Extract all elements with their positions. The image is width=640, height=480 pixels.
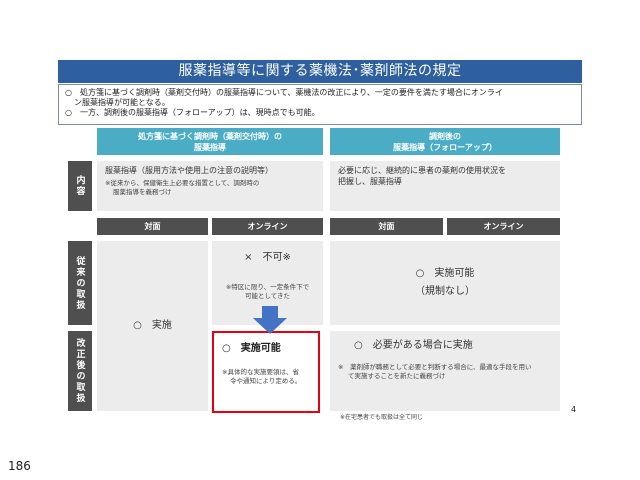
- column-header-line: 処方箋に基づく調剤時（薬剤交付時）の: [138, 131, 282, 141]
- online-revised-status: ○ 実施可能: [222, 343, 281, 354]
- online-revised-note: ※具体的な実施要領は、省: [222, 368, 299, 376]
- footnote: ※在宅患者でも取扱は全て同じ: [340, 414, 424, 421]
- intro-box: ○ 処方箋に基づく調剤時（薬剤交付時）の服薬指導について、薬機法の改正により、一…: [58, 84, 582, 125]
- content-cell-followup: 必要に応じ、継続的に患者の薬剤の使用状況を 把握し、服薬指導: [330, 161, 560, 211]
- followup-previous-note: （規制なし）: [415, 286, 475, 297]
- document-page-number: 186: [8, 459, 31, 473]
- followup-previous-status: ○ 実施可能: [415, 268, 475, 279]
- face-to-face-cell: ○ 実施: [97, 241, 208, 411]
- intro-line: ○ 一方、調剤後の服薬指導（フォローアップ）は、現時点でも可能。: [65, 108, 320, 117]
- subheader-online: オンライン: [447, 218, 560, 235]
- column-header-followup: 調剤後の 服薬指導（フォローアップ）: [330, 128, 560, 155]
- subheader-online: オンライン: [212, 218, 323, 235]
- face-to-face-status: ○ 実施: [133, 320, 172, 331]
- online-revised-note: 令や通知により定める。: [230, 377, 302, 385]
- content-main-text: 把握し、服薬指導: [338, 177, 402, 186]
- content-main-text: 必要に応じ、継続的に患者の薬剤の使用状況を: [338, 166, 506, 175]
- content-note: ※従来から、保健衛生上必要な措置として、調剤時の: [105, 179, 260, 187]
- row-header-revised: 改正後の取扱: [68, 331, 92, 411]
- online-previous-status: × 不可※: [244, 252, 291, 263]
- content-cell-dispensing: 服薬指導（服用方法や使用上の注意の説明等） ※従来から、保健衛生上必要な措置とし…: [97, 161, 323, 211]
- online-previous-note: ※特区に限り、一定条件下で: [225, 283, 310, 291]
- subheader-face-to-face: 対面: [97, 218, 208, 235]
- page-title: 服薬指導等に関する薬機法･薬剤師法の規定: [58, 60, 582, 83]
- followup-revised-note: て実施することを新たに義務づけ: [348, 372, 446, 380]
- online-revised-cell: ○ 実施可能 ※具体的な実施要領は、省 令や通知により定める。: [212, 331, 320, 413]
- content-main-text: 服薬指導（服用方法や使用上の注意の説明等）: [105, 166, 273, 175]
- content-note: 服薬指導を義務づけ: [113, 188, 172, 196]
- followup-revised-cell: ○ 必要がある場合に実施 ※ 薬剤師が職務として必要と判断する場合に、最適な手段…: [330, 331, 560, 411]
- column-header-line: 服薬指導（フォローアップ）: [393, 142, 497, 152]
- followup-revised-status: ○ 必要がある場合に実施: [354, 340, 473, 351]
- online-previous-note: 可能としてきた: [244, 292, 291, 300]
- followup-revised-note: ※ 薬剤師が職務として必要と判断する場合に、最適な手段を用い: [338, 363, 532, 371]
- row-header-previous: 従来の取扱: [68, 241, 92, 325]
- column-header-line: 服薬指導: [194, 142, 226, 152]
- followup-previous-cell: ○ 実施可能 （規制なし）: [330, 241, 560, 325]
- column-header-dispensing: 処方箋に基づく調剤時（薬剤交付時）の 服薬指導: [97, 128, 323, 155]
- subheader-face-to-face: 対面: [330, 218, 443, 235]
- down-arrow-icon: [253, 306, 287, 334]
- slide-page-number: 4: [571, 405, 577, 414]
- intro-line: ○ 処方箋に基づく調剤時（薬剤交付時）の服薬指導について、薬機法の改正により、一…: [65, 88, 503, 97]
- intro-line: ン服薬指導が可能となる。: [74, 98, 170, 107]
- column-header-line: 調剤後の: [429, 131, 461, 141]
- row-header-content: 内容: [68, 161, 92, 211]
